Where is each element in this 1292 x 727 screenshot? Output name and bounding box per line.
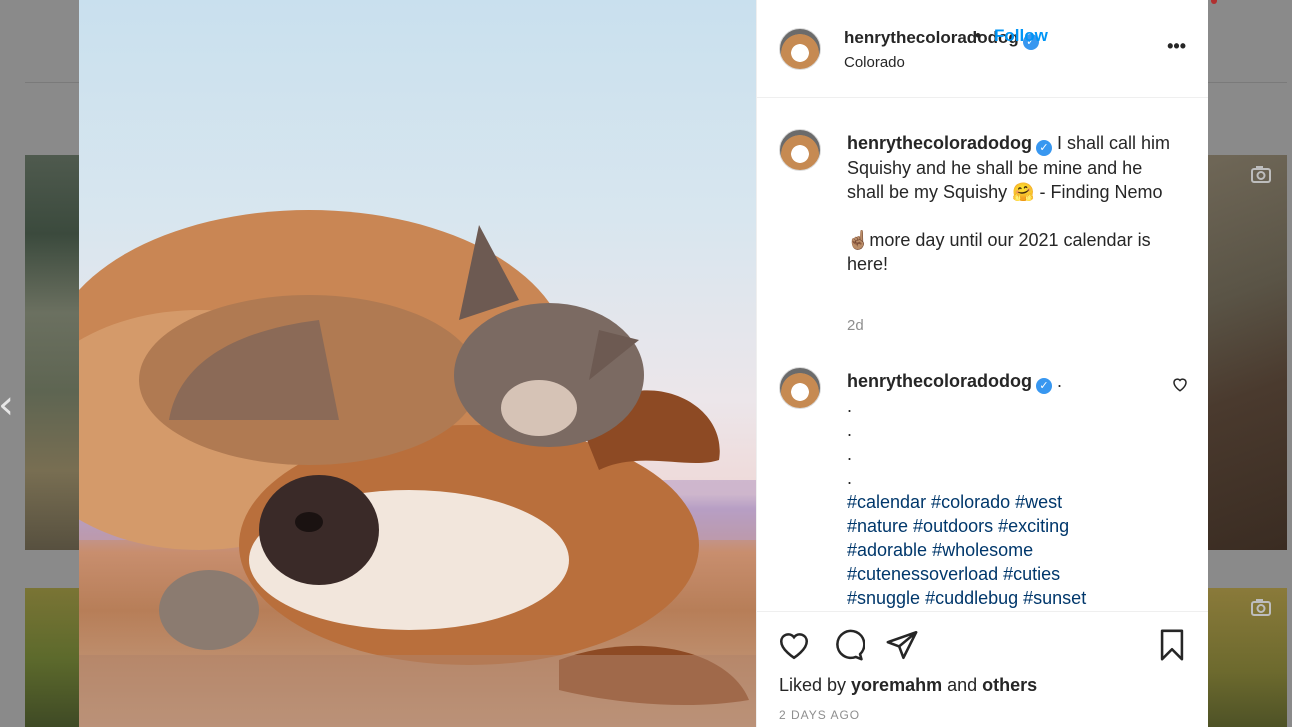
comment-dot: . (847, 420, 853, 440)
background-post-tile[interactable] (25, 588, 79, 727)
caption-time[interactable]: 2d (847, 317, 864, 334)
liked-and: and (942, 675, 983, 695)
caption-text: henrythecoloradodog ✓ I shall call him Sq… (847, 131, 1177, 276)
more-options-icon[interactable]: ••• (1167, 36, 1186, 57)
background-post-tile[interactable] (1208, 155, 1287, 550)
liked-by-text: Liked by yoremahm and others (779, 675, 1037, 696)
previous-post-arrow[interactable]: ‹ (0, 385, 14, 425)
post-modal: henrythecoloradodog ✓ • Follow Colorado •… (79, 0, 1208, 727)
comment-text: henrythecoloradodog ✓ . . . . . #calendar… (847, 369, 1177, 610)
camera-icon (1251, 599, 1271, 616)
author-username[interactable]: henrythecoloradodog (844, 28, 1019, 47)
liked-user-link[interactable]: yoremahm (851, 675, 942, 695)
caption-username[interactable]: henrythecoloradodog (847, 133, 1032, 153)
comment-dot: . (847, 468, 853, 488)
hashtag-line[interactable]: #cutenessoverload #cuties (847, 562, 1177, 586)
post-header: henrythecoloradodog ✓ • Follow Colorado •… (757, 0, 1208, 98)
hashtag-line[interactable]: #snuggle #cuddlebug #sunset (847, 586, 1177, 610)
comment-bubble-icon[interactable] (831, 628, 865, 662)
location-link[interactable]: Colorado (844, 54, 905, 71)
caption-avatar[interactable] (779, 129, 821, 171)
follow-button[interactable]: Follow (994, 26, 1048, 46)
photo-illustration (79, 210, 756, 727)
comment-like-heart-icon[interactable] (1171, 375, 1189, 393)
hashtag-line[interactable]: #nature #outdoors #exciting (847, 514, 1177, 538)
bookmark-icon[interactable] (1155, 628, 1189, 662)
post-photo[interactable] (79, 0, 756, 727)
liked-others-link[interactable]: others (982, 675, 1037, 695)
comment-first-line: . (1052, 371, 1063, 391)
author-avatar[interactable] (779, 28, 821, 70)
comments-list[interactable]: henrythecoloradodog ✓ I shall call him Sq… (757, 99, 1207, 610)
camera-icon (1251, 166, 1271, 183)
paper-plane-icon[interactable] (885, 628, 919, 662)
caption-second-paragraph: ☝🏽more day until our 2021 calendar is he… (847, 230, 1151, 274)
background-post-tile[interactable] (1208, 588, 1287, 727)
post-actions: Liked by yoremahm and others 2 DAYS AGO (757, 611, 1208, 727)
hashtag-line[interactable]: #adorable #wholesome (847, 538, 1177, 562)
heart-icon[interactable] (777, 628, 811, 662)
post-timestamp[interactable]: 2 DAYS AGO (779, 708, 860, 722)
verified-badge-icon: ✓ (1036, 140, 1053, 156)
post-sidebar: henrythecoloradodog ✓ • Follow Colorado •… (756, 0, 1208, 727)
comment-dot: . (847, 396, 853, 416)
comment-avatar[interactable] (779, 367, 821, 409)
verified-badge-icon: ✓ (1036, 378, 1053, 394)
notification-dot (1211, 0, 1217, 4)
comment-username[interactable]: henrythecoloradodog (847, 371, 1032, 391)
liked-prefix: Liked by (779, 675, 852, 695)
background-post-tile[interactable] (25, 155, 79, 550)
header-separator: • (975, 26, 981, 45)
comment-dot: . (847, 444, 853, 464)
hashtag-line[interactable]: #calendar #colorado #west (847, 490, 1177, 514)
